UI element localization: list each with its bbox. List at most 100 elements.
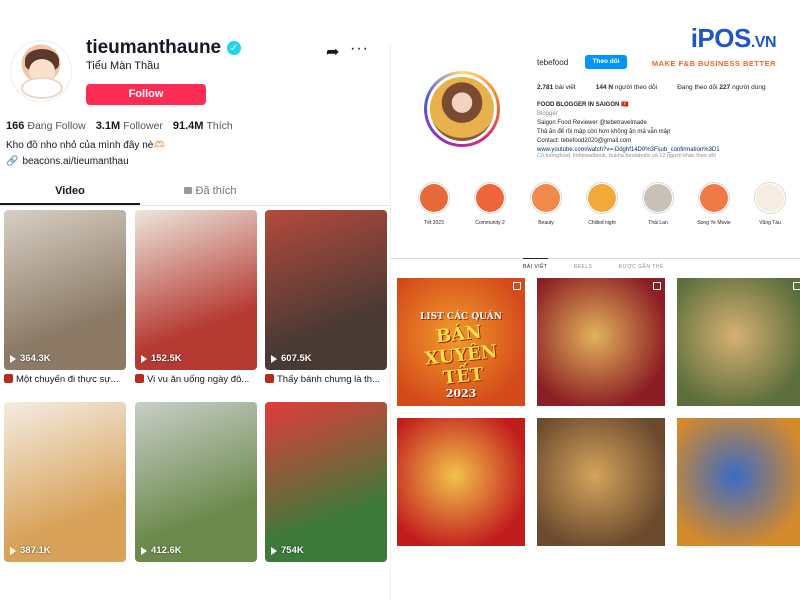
highlight-cover	[754, 182, 786, 214]
play-icon	[271, 546, 277, 555]
video-card[interactable]: 152.5K	[135, 210, 257, 370]
play-icon	[10, 546, 16, 555]
pinned-post-icon	[793, 282, 800, 290]
video-view-count: 607.5K	[281, 353, 312, 364]
story-highlight[interactable]: Song Ye Movie	[695, 182, 733, 226]
highlight-cover-image	[756, 184, 784, 212]
instagram-post[interactable]	[397, 418, 525, 546]
instagram-tabs: BÀI VIẾT REELS ĐƯỢC GẮN THẺ	[391, 258, 800, 274]
instagram-avatar	[427, 74, 497, 144]
tab-videos[interactable]: Video	[0, 176, 140, 205]
video-thumbnail	[135, 402, 257, 562]
instagram-post[interactable]: LIST CÁC QUÁN BÁN XUYÊN TẾT 2023	[397, 278, 525, 406]
play-icon	[271, 354, 277, 363]
ig-following-stat[interactable]: Đang theo dõi 227 người dùng	[677, 84, 766, 91]
highlight-cover-image	[532, 184, 560, 212]
play-icon	[141, 546, 147, 555]
video-view-count: 364.3K	[20, 353, 51, 364]
tab-posts[interactable]: BÀI VIẾT	[523, 258, 548, 274]
story-highlight[interactable]: Beauty	[527, 182, 565, 226]
video-thumbnail	[4, 402, 126, 562]
video-caption[interactable]: Thấy bánh chưng là th...	[265, 374, 387, 385]
highlight-cover-image	[420, 184, 448, 212]
followers-stat[interactable]: 3.1M Follower	[96, 120, 163, 132]
caption-emoji-icon	[135, 374, 144, 383]
video-view-count: 412.6K	[151, 545, 182, 556]
share-icon[interactable]: ➦	[326, 42, 339, 62]
post-thumbnail	[537, 418, 665, 546]
ig-followers-stat[interactable]: 144 N người theo dõi	[596, 84, 657, 91]
tiktok-link-text[interactable]: beacons.ai/tieumanthau	[22, 156, 128, 167]
play-icon	[10, 354, 16, 363]
video-card[interactable]: 607.5K	[265, 210, 387, 370]
followed-by-text[interactable]: Có fuongfood, linhmeatbook, hukha.foodah…	[537, 153, 716, 159]
posts-stat: 2.781 bài viết	[537, 84, 576, 91]
tiktok-follow-button[interactable]: Follow	[86, 84, 206, 105]
video-card[interactable]: 387.1K	[4, 402, 126, 562]
tiktok-profile-link[interactable]: 🔗 beacons.ai/tieumanthau	[6, 156, 129, 167]
story-highlights: Tết 2023 Community 2 Beauty Chilled night Th…	[415, 182, 800, 238]
instagram-post[interactable]	[677, 278, 800, 406]
highlight-cover	[418, 182, 450, 214]
highlight-cover	[586, 182, 618, 214]
highlight-cover	[642, 182, 674, 214]
video-views: 364.3K	[10, 353, 51, 364]
tiktok-nickname: Tiểu Màn Thầu	[86, 60, 160, 72]
bio-line-category: Blogger	[537, 111, 558, 117]
highlight-cover	[474, 182, 506, 214]
instagram-profile-panel: tebefood Theo dõi 2.781 bài viết 144 N n…	[390, 44, 800, 600]
instagram-post[interactable]	[677, 418, 800, 546]
highlight-cover-image	[588, 184, 616, 212]
highlight-cover	[530, 182, 562, 214]
story-highlight[interactable]: Tết 2023	[415, 182, 453, 226]
ipos-tagline: MAKE F&B BUSINESS BETTER	[651, 59, 776, 68]
highlight-label: Thái Lan	[648, 220, 668, 226]
video-caption-text: Vi vu ăn uống ngày đô...	[147, 374, 250, 385]
instagram-post[interactable]	[537, 278, 665, 406]
video-thumbnail	[135, 210, 257, 370]
video-thumbnail	[265, 402, 387, 562]
video-views: 607.5K	[271, 353, 312, 364]
verified-badge-icon: ✓	[227, 41, 242, 55]
tab-reels[interactable]: REELS	[574, 259, 593, 274]
following-stat[interactable]: 166 Đang Follow	[6, 120, 86, 132]
tab-liked[interactable]: Đã thích	[140, 176, 280, 205]
video-card[interactable]: 754K	[265, 402, 387, 562]
post-overlay-l2: BÁN XUYÊN TẾT	[423, 321, 499, 389]
instagram-username: tebefood	[537, 58, 569, 67]
avatar-bun-shape	[21, 77, 63, 99]
post-overlay-text: LIST CÁC QUÁN BÁN XUYÊN TẾT 2023	[403, 312, 519, 400]
post-thumbnail	[677, 418, 800, 546]
video-views: 754K	[271, 545, 304, 556]
tiktok-avatar[interactable]	[10, 40, 72, 102]
highlight-label: Song Ye Movie	[697, 220, 731, 226]
tiktok-bio: Kho đồ nho nhỏ của mình đây nè🫶🏻	[6, 140, 166, 151]
story-highlight[interactable]: Community 2	[471, 182, 509, 226]
video-view-count: 152.5K	[151, 353, 182, 364]
tiktok-profile-panel: tieumanthaune ✓ Tiểu Màn Thầu Follow ➦ ·…	[0, 0, 390, 600]
ipos-watermark: iPOS.VN MAKE F&B BUSINESS BETTER	[626, 24, 777, 68]
video-card[interactable]: 364.3K	[4, 210, 126, 370]
highlight-label: Chilled night	[588, 220, 616, 226]
play-icon	[141, 354, 147, 363]
highlight-cover	[698, 182, 730, 214]
story-highlight[interactable]: Vũng Tàu	[751, 182, 789, 226]
tiktok-tabs: Video Đã thích	[0, 176, 390, 206]
instagram-post[interactable]	[537, 418, 665, 546]
video-caption[interactable]: Vi vu ăn uống ngày đô...	[135, 374, 257, 385]
more-options-icon[interactable]: ···	[350, 40, 369, 58]
video-thumbnail	[4, 210, 126, 370]
instagram-stats: 2.781 bài viết 144 N người theo dõi Đang…	[537, 84, 766, 91]
instagram-post-grid: LIST CÁC QUÁN BÁN XUYÊN TẾT 2023	[397, 278, 800, 600]
instagram-follow-button[interactable]: Theo dõi	[585, 55, 627, 69]
instagram-avatar-ring[interactable]	[424, 71, 500, 147]
video-card[interactable]: 412.6K	[135, 402, 257, 562]
caption-emoji-icon	[265, 374, 274, 383]
story-highlight[interactable]: Chilled night	[583, 182, 621, 226]
bio-line-motto: Thả ăn để rồi mập còn hơn không ăn mà vẫ…	[537, 129, 671, 135]
video-caption[interactable]: Một chuyến đi thực sự...	[4, 374, 126, 385]
highlight-cover-image	[644, 184, 672, 212]
tiktok-stats: 166 Đang Follow 3.1M Follower 91.4M Thích	[6, 120, 233, 132]
story-highlight[interactable]: Thái Lan	[639, 182, 677, 226]
tab-tagged[interactable]: ĐƯỢC GẮN THẺ	[618, 259, 663, 274]
